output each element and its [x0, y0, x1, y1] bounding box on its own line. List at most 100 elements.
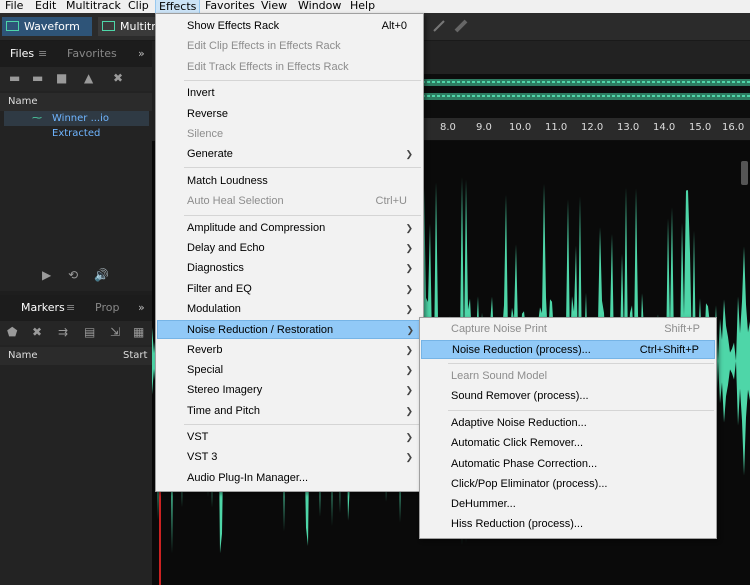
- tab-files-menu-icon[interactable]: ≡: [38, 41, 47, 67]
- playlist-icon[interactable]: ▤: [84, 325, 95, 339]
- menu-item-special[interactable]: Special ❯: [158, 361, 421, 380]
- delete-marker-icon[interactable]: ✖: [32, 325, 42, 339]
- ruler-tick: 16.0: [722, 122, 745, 133]
- menu-item-auto-heal[interactable]: Auto Heal Selection Ctrl+U: [158, 192, 421, 211]
- open-file-icon[interactable]: ▬: [9, 71, 20, 85]
- menu-multitrack[interactable]: Multitrack: [63, 0, 124, 13]
- submenu-arrow-icon: ❯: [405, 223, 413, 233]
- menu-item-dehummer[interactable]: DeHummer...: [422, 495, 714, 514]
- ruler-tick: 11.0: [545, 122, 568, 133]
- submenu-arrow-icon: ❯: [405, 345, 413, 355]
- tab-markers[interactable]: Markers: [21, 295, 65, 321]
- submenu-arrow-icon: ❯: [405, 406, 413, 416]
- menu-view[interactable]: View: [258, 0, 290, 13]
- menu-effects[interactable]: Effects: [155, 0, 201, 14]
- menu-item-modulation[interactable]: Modulation ❯: [158, 300, 421, 319]
- brush-tool-icon[interactable]: [432, 19, 472, 33]
- menu-item-stereo-imagery[interactable]: Stereo Imagery ❯: [158, 381, 421, 400]
- menu-item-click-pop[interactable]: Click/Pop Eliminator (process)...: [422, 475, 714, 494]
- menu-edit[interactable]: Edit: [32, 0, 59, 13]
- menu-item-edit-track-effects[interactable]: Edit Track Effects in Effects Rack: [158, 58, 421, 77]
- noise-reduction-submenu: Capture Noise Print Shift+P Noise Reducti…: [419, 317, 717, 539]
- effects-menu: Show Effects Rack Alt+0 Edit Clip Effects…: [155, 13, 424, 492]
- markers-col-start[interactable]: Start: [123, 350, 147, 361]
- menu-item-filter-eq[interactable]: Filter and EQ ❯: [158, 280, 421, 299]
- menu-item-plugin-manager[interactable]: Audio Plug-In Manager...: [158, 469, 421, 488]
- speaker-icon[interactable]: 🔊: [94, 268, 109, 282]
- menu-separator: [184, 167, 421, 168]
- menu-separator: [448, 410, 714, 411]
- menu-bar: File Edit Multitrack Clip Effects Favori…: [0, 0, 750, 14]
- menu-item-amplitude[interactable]: Amplitude and Compression ❯: [158, 219, 421, 238]
- menu-help[interactable]: Help: [347, 0, 378, 13]
- menu-item-invert[interactable]: Invert: [158, 84, 421, 103]
- ruler-tick: 13.0: [617, 122, 640, 133]
- tab-favorites[interactable]: Favorites: [67, 41, 117, 67]
- loop-icon[interactable]: ⟲: [68, 268, 78, 282]
- waveform-button[interactable]: Waveform: [2, 17, 92, 36]
- play-icon[interactable]: ▶: [42, 268, 51, 282]
- panel-overflow-icon[interactable]: »: [138, 295, 145, 321]
- menu-file[interactable]: File: [2, 0, 26, 13]
- markers-header: Name Start: [0, 347, 152, 365]
- menu-item-noise-reduction[interactable]: Noise Reduction / Restoration ❯: [157, 320, 423, 339]
- add-marker-icon[interactable]: ⬟: [7, 325, 17, 339]
- submenu-arrow-icon: ❯: [405, 452, 413, 462]
- tab-markers-menu-icon[interactable]: ≡: [66, 295, 75, 321]
- menu-item-edit-clip-effects[interactable]: Edit Clip Effects in Effects Rack: [158, 37, 421, 56]
- multitrack-button[interactable]: Multitr: [98, 17, 158, 36]
- tab-files[interactable]: Files: [10, 41, 34, 67]
- menu-item-diagnostics[interactable]: Diagnostics ❯: [158, 259, 421, 278]
- panel-overflow-icon[interactable]: »: [138, 41, 145, 67]
- menu-favorites[interactable]: Favorites: [202, 0, 258, 13]
- file-row[interactable]: ⁓ Winner ...io Extracted: [4, 111, 149, 139]
- menu-item-auto-phase[interactable]: Automatic Phase Correction...: [422, 455, 714, 474]
- menu-item-silence[interactable]: Silence: [158, 125, 421, 144]
- files-col-name[interactable]: Name: [8, 96, 38, 107]
- submenu-arrow-icon: ❯: [405, 432, 413, 442]
- batch-icon[interactable]: ▦: [133, 325, 144, 339]
- new-file-icon[interactable]: ■: [56, 71, 67, 85]
- overview-waveform: [422, 79, 750, 100]
- menu-separator: [184, 80, 421, 81]
- menu-item-hiss-reduction[interactable]: Hiss Reduction (process)...: [422, 515, 714, 534]
- time-ruler[interactable]: 8.0 9.0 10.0 11.0 12.0 13.0 14.0 15.0 16…: [422, 118, 750, 140]
- menu-item-adaptive-noise[interactable]: Adaptive Noise Reduction...: [422, 414, 714, 433]
- submenu-arrow-icon: ❯: [405, 304, 413, 314]
- markers-toolbar: ⬟ ✖ ⇉ ▤ ⇲ ▦: [0, 321, 152, 345]
- export-marker-icon[interactable]: ⇲: [110, 325, 120, 339]
- menu-clip[interactable]: Clip: [125, 0, 152, 13]
- ruler-tick: 14.0: [653, 122, 676, 133]
- menu-item-noise-reduction-process[interactable]: Noise Reduction (process)... Ctrl+Shift+P: [421, 340, 715, 359]
- menu-item-time-pitch[interactable]: Time and Pitch ❯: [158, 402, 421, 421]
- menu-item-vst3[interactable]: VST 3 ❯: [158, 448, 421, 467]
- vertical-scrollbar[interactable]: [741, 161, 748, 185]
- submenu-arrow-icon: ❯: [405, 243, 413, 253]
- menu-item-reverse[interactable]: Reverse: [158, 105, 421, 124]
- menu-item-sound-remover[interactable]: Sound Remover (process)...: [422, 387, 714, 406]
- menu-item-show-effects-rack[interactable]: Show Effects Rack Alt+0: [158, 17, 421, 36]
- submenu-arrow-icon: ❯: [405, 385, 413, 395]
- file-name: Winner ...io Extracted: [52, 113, 109, 139]
- submenu-arrow-icon: ❯: [406, 325, 414, 335]
- merge-marker-icon[interactable]: ⇉: [58, 325, 68, 339]
- submenu-arrow-icon: ❯: [405, 263, 413, 273]
- menu-item-auto-click-remover[interactable]: Automatic Click Remover...: [422, 434, 714, 453]
- submenu-arrow-icon: ❯: [405, 284, 413, 294]
- menu-item-learn-sound-model[interactable]: Learn Sound Model: [422, 367, 714, 386]
- markers-col-name[interactable]: Name: [8, 350, 38, 361]
- menu-window[interactable]: Window: [295, 0, 344, 13]
- insert-icon[interactable]: ▲: [84, 71, 93, 85]
- tab-properties[interactable]: Prop: [95, 295, 119, 321]
- menu-item-delay-echo[interactable]: Delay and Echo ❯: [158, 239, 421, 258]
- audio-file-icon: ⁓: [32, 113, 42, 124]
- menu-item-match-loudness[interactable]: Match Loudness: [158, 172, 421, 191]
- menu-item-reverb[interactable]: Reverb ❯: [158, 341, 421, 360]
- waveform-icon: [6, 21, 19, 31]
- menu-item-vst[interactable]: VST ❯: [158, 428, 421, 447]
- menu-item-generate[interactable]: Generate ❯: [158, 145, 421, 164]
- files-transport: ▶ ⟲ 🔊: [0, 263, 152, 289]
- menu-item-capture-noise-print[interactable]: Capture Noise Print Shift+P: [422, 320, 714, 339]
- import-file-icon[interactable]: ▬: [32, 71, 43, 85]
- delete-icon[interactable]: ✖: [113, 71, 123, 85]
